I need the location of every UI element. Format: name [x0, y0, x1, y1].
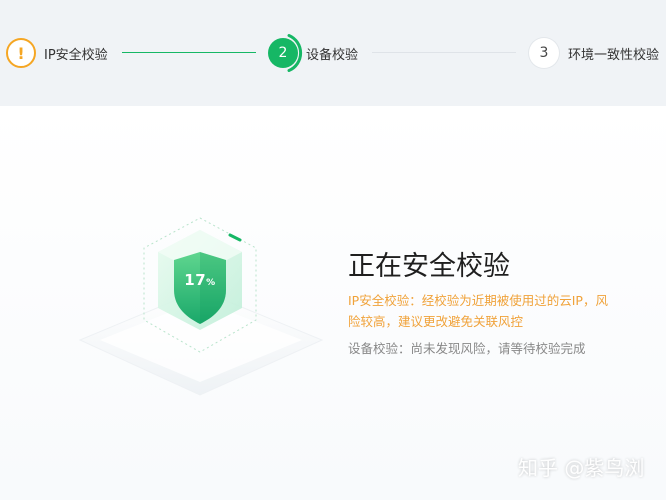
step-connector-1: [122, 52, 256, 53]
step-1-label: IP安全校验: [44, 48, 108, 63]
progress-value: 17: [184, 271, 207, 289]
step-2-label: 设备校验: [306, 48, 359, 63]
step-3-label: 环境一致性校验: [568, 48, 660, 63]
watermark: 知乎 @紫鸟浏: [518, 456, 645, 480]
step-progress-bar: ! IP安全校验 2 设备校验 3 环境一致性校验: [0, 0, 666, 106]
step-1-warning-icon: !: [6, 38, 36, 68]
device-check-status: 设备校验：尚未发现风险，请等待校验完成: [348, 341, 586, 356]
step-3-indicator: 3: [529, 38, 559, 68]
progress-percent: 17%: [170, 271, 230, 289]
step-2-indicator: 2: [268, 38, 298, 68]
ip-check-warning: IP安全校验：经校验为近期被使用过的云IP，风险较高，建议更改避免关联风控: [348, 293, 608, 329]
progress-unit: %: [206, 278, 216, 288]
step-connector-2: [372, 52, 516, 53]
security-check-illustration: [78, 217, 324, 396]
page-title: 正在安全校验: [348, 251, 510, 282]
